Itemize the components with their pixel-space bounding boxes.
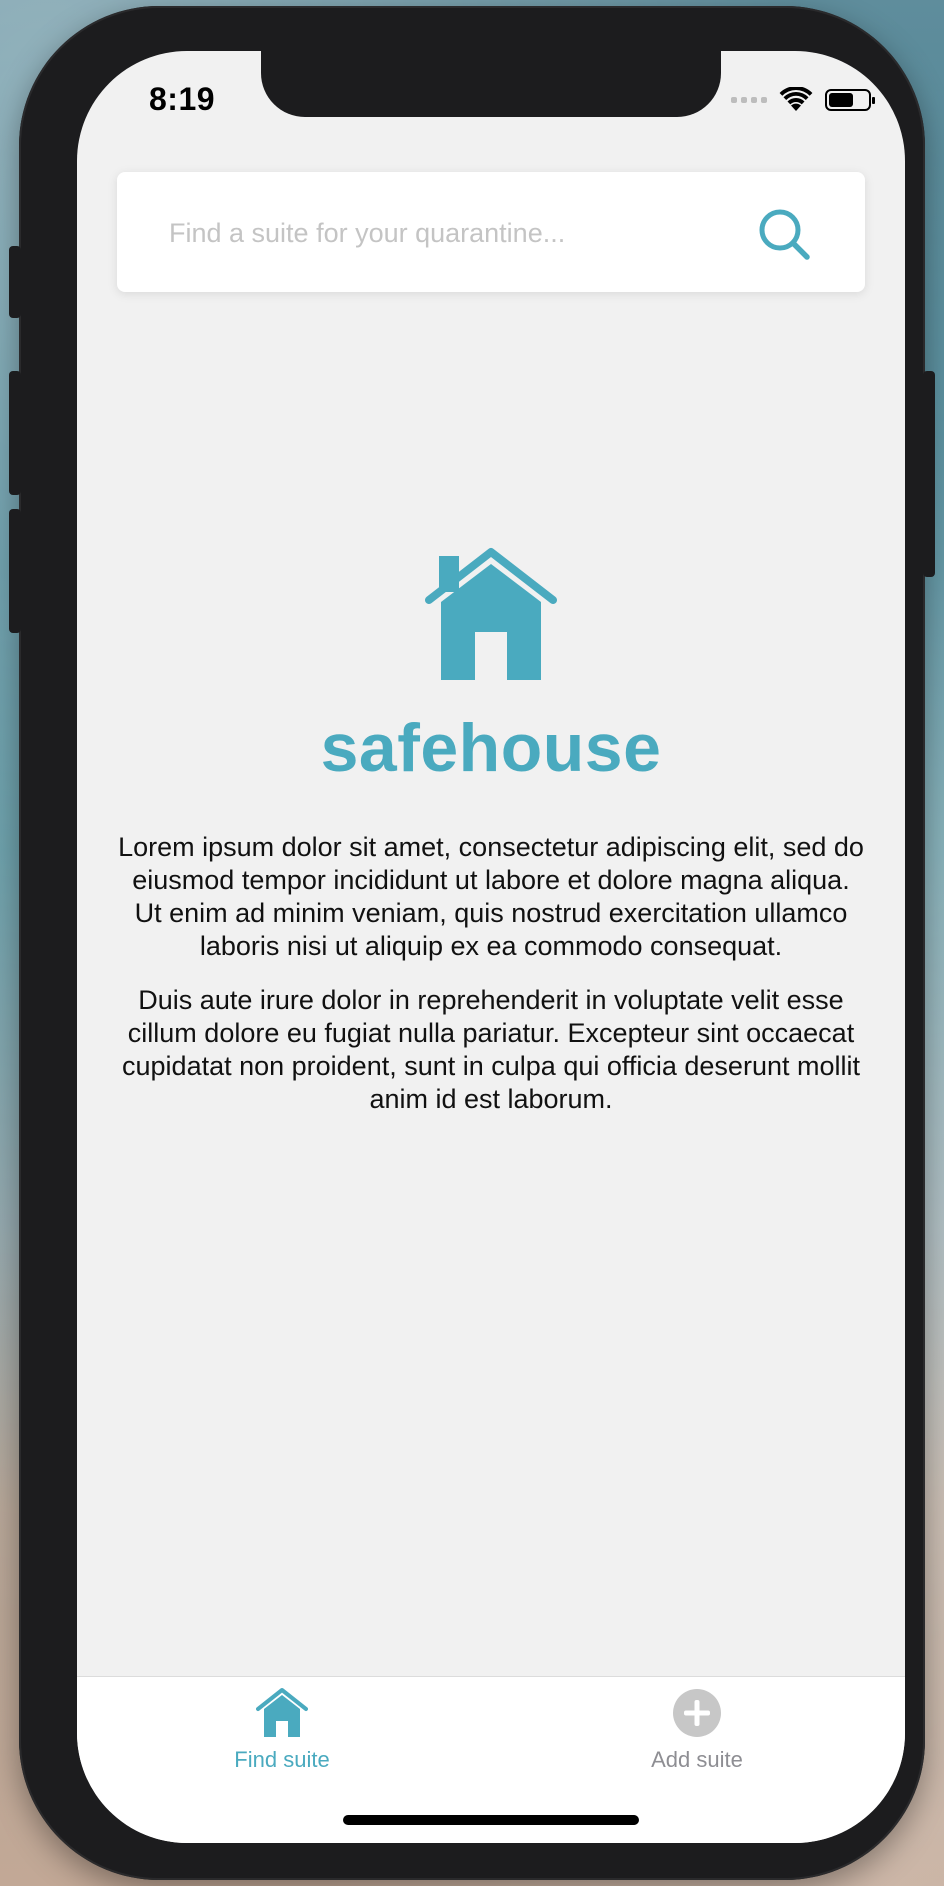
mute-switch bbox=[9, 246, 21, 318]
tab-find-suite[interactable]: Find suite bbox=[152, 1677, 412, 1787]
tab-label: Find suite bbox=[234, 1747, 330, 1772]
cellular-signal-icon bbox=[731, 97, 767, 103]
house-icon bbox=[425, 548, 557, 680]
wifi-icon bbox=[779, 87, 813, 111]
tab-label: Add suite bbox=[651, 1747, 743, 1772]
description-paragraph: Lorem ipsum dolor sit amet, consectetur … bbox=[118, 832, 864, 961]
volume-down-button bbox=[9, 509, 21, 633]
description-paragraph: Duis aute irure dolor in reprehenderit i… bbox=[122, 985, 860, 1114]
camera-notch bbox=[261, 51, 721, 117]
search-bar bbox=[117, 172, 865, 294]
home-indicator bbox=[343, 1815, 639, 1825]
description: Lorem ipsum dolor sit amet, consectetur … bbox=[117, 831, 865, 1137]
search-icon[interactable] bbox=[757, 207, 811, 261]
app-title: safehouse bbox=[320, 710, 662, 786]
status-indicators bbox=[731, 87, 875, 113]
power-button bbox=[923, 371, 935, 577]
hero-section: safehouse bbox=[77, 546, 905, 782]
phone-frame: 8:19 Find a suite for your quarantine...… bbox=[9, 6, 935, 1880]
status-time: 8:19 bbox=[149, 81, 216, 117]
phone-screen: 8:19 Find a suite for your quarantine...… bbox=[77, 51, 905, 1843]
volume-up-button bbox=[9, 371, 21, 495]
house-icon bbox=[256, 1688, 308, 1737]
search-input[interactable] bbox=[167, 172, 731, 294]
tab-bar: Find suite Add suite bbox=[77, 1676, 905, 1843]
battery-icon bbox=[825, 89, 875, 111]
plus-circle-icon bbox=[673, 1689, 721, 1737]
tab-add-suite[interactable]: Add suite bbox=[567, 1677, 827, 1787]
